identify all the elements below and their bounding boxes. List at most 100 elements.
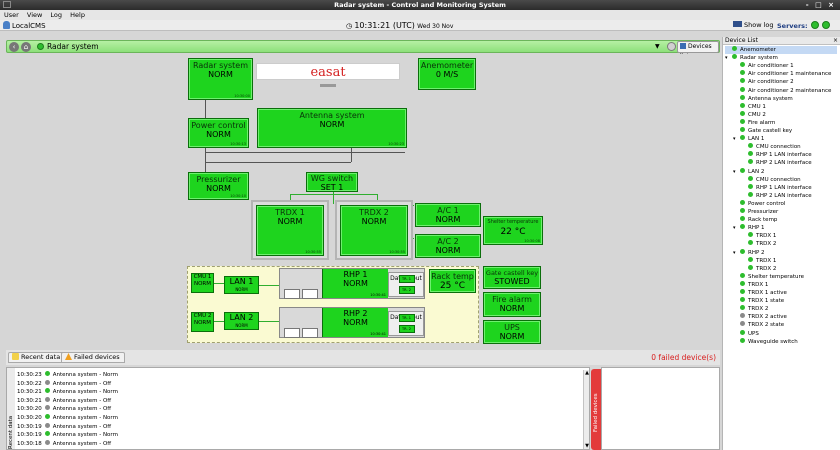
rhp2-tr1-button[interactable]: TR. 1 bbox=[398, 314, 415, 322]
window-menu-icon[interactable] bbox=[3, 1, 11, 8]
rhp1-tr2-button[interactable]: TR. 2 bbox=[398, 286, 415, 294]
device-list-item[interactable]: Power control bbox=[733, 199, 785, 208]
pressurizer-box[interactable]: Pressurizer NORM 10:30:10 bbox=[188, 172, 249, 200]
device-list-item[interactable]: ▾ Radar system bbox=[725, 54, 778, 62]
device-list-item[interactable]: Rack temp bbox=[733, 216, 777, 224]
device-list-item[interactable]: ▾ LAN 2 bbox=[733, 167, 764, 176]
trdx1-box[interactable]: TRDX 1 NORM 10:30:55 bbox=[256, 205, 324, 256]
cmu1-box[interactable]: CMU 1 NORM bbox=[191, 273, 214, 293]
device-list-item[interactable]: TRDX 2 active bbox=[733, 313, 787, 321]
device-label: CMU 1 bbox=[748, 103, 766, 110]
device-list-item[interactable]: RHP 1 LAN interface bbox=[741, 183, 812, 192]
rack-temp-state: 25 °C bbox=[439, 281, 466, 291]
chevron-down-icon[interactable]: ▼ bbox=[655, 41, 660, 53]
device-list-item[interactable]: RHP 2 LAN interface bbox=[741, 191, 812, 200]
device-list-item[interactable]: Waveguide switch bbox=[733, 337, 798, 346]
ac2-box[interactable]: A/C 2 NORM bbox=[415, 234, 481, 258]
server-ok-icon[interactable] bbox=[821, 21, 830, 29]
show-log-button[interactable]: Show log bbox=[733, 21, 774, 30]
ups-box[interactable]: UPS NORM bbox=[483, 320, 541, 344]
status-dot-icon bbox=[740, 102, 745, 108]
device-list-item[interactable]: Air conditioner 2 maintenance bbox=[733, 86, 831, 95]
fire-alarm-box[interactable]: Fire alarm NORM bbox=[483, 292, 541, 317]
rack-temp-box[interactable]: Rack temp 25 °C bbox=[429, 269, 476, 293]
home-icon[interactable]: ⌂ bbox=[21, 42, 31, 52]
device-list-item[interactable]: UPS bbox=[733, 329, 759, 338]
chevron-down-icon[interactable]: ▾ bbox=[733, 135, 740, 143]
rhp1-unit[interactable]: RHP 1 NORM 10:30:41 Data Input TR. 1TR. … bbox=[279, 268, 425, 299]
antenna-system-box[interactable]: Antenna system NORM 10:30:23 bbox=[257, 108, 407, 148]
chevron-down-icon[interactable]: ▾ bbox=[733, 168, 740, 176]
back-icon[interactable]: ‹ bbox=[9, 42, 19, 52]
servers-status: Servers: bbox=[777, 21, 830, 31]
server-ok-icon[interactable] bbox=[810, 21, 819, 29]
log-icon bbox=[733, 21, 742, 27]
ac1-box[interactable]: A/C 1 NORM bbox=[415, 203, 481, 227]
wg-switch-box[interactable]: WG switch SET 1 bbox=[306, 172, 358, 192]
cmu2-box[interactable]: CMU 2 NORM bbox=[191, 312, 214, 332]
device-list-item[interactable]: ▾ LAN 1 bbox=[733, 135, 764, 143]
anemometer-box[interactable]: Anemometer 0 M/S bbox=[418, 58, 476, 90]
device-list-item[interactable]: Pressurizer bbox=[733, 208, 778, 216]
rhp2-unit[interactable]: RHP 2 NORM 10:30:41 Data Input TR. 1TR. … bbox=[279, 307, 425, 338]
menu-help[interactable]: Help bbox=[70, 11, 85, 19]
window-controls[interactable]: - □ × bbox=[806, 0, 836, 10]
lan1-box[interactable]: LAN 1 NORM bbox=[224, 276, 259, 294]
device-list-item[interactable]: TRDX 1 active bbox=[733, 289, 787, 297]
menu-log[interactable]: Log bbox=[50, 11, 62, 19]
chevron-down-icon[interactable]: ▾ bbox=[733, 249, 740, 257]
radar-system-box[interactable]: Radar system NORM 10:30:00 bbox=[188, 58, 253, 100]
device-list-item[interactable]: TRDX 2 bbox=[741, 264, 776, 273]
gate-castell-key-box[interactable]: Gate castell key STOWED bbox=[483, 266, 541, 289]
devices-list-button[interactable]: Devices list bbox=[677, 41, 719, 60]
radar-system-time: 10:30:00 bbox=[234, 94, 250, 98]
device-list-item[interactable]: Antenna system bbox=[733, 94, 793, 103]
shelter-temperature-box[interactable]: Shelter temperature 22 °C 10:30:08 bbox=[483, 216, 543, 245]
connector bbox=[205, 147, 206, 173]
recent-data-side-tab[interactable]: Recent data bbox=[7, 368, 15, 449]
log-time: 10:30:19 bbox=[17, 423, 42, 430]
device-list-item[interactable]: CMU 2 bbox=[733, 110, 766, 119]
device-list-item[interactable]: RHP 1 LAN interface bbox=[741, 151, 812, 159]
close-icon[interactable]: × bbox=[833, 37, 838, 45]
device-list-item[interactable]: TRDX 1 bbox=[741, 232, 776, 240]
device-list-item[interactable]: Air conditioner 2 bbox=[733, 78, 794, 86]
tab-failed-devices[interactable]: Failed devices bbox=[61, 352, 125, 363]
device-list-item[interactable]: RHP 2 LAN interface bbox=[741, 159, 812, 167]
zoom-icon[interactable] bbox=[667, 42, 676, 51]
device-list-item[interactable]: TRDX 1 bbox=[741, 256, 776, 265]
device-list-item[interactable]: Air conditioner 1 maintenance bbox=[733, 70, 831, 78]
scroll-down-icon[interactable]: ▼ bbox=[584, 443, 589, 449]
log-text: Antenna system - Norm bbox=[52, 415, 118, 421]
device-list-item[interactable]: TRDX 2 bbox=[741, 240, 776, 248]
menu-user[interactable]: User bbox=[4, 11, 19, 19]
status-dot-icon bbox=[740, 110, 745, 116]
device-list-item[interactable]: CMU 1 bbox=[733, 102, 766, 111]
power-control-box[interactable]: Power control NORM 10:30:13 bbox=[188, 118, 249, 148]
menu-view[interactable]: View bbox=[27, 11, 42, 19]
device-list-item[interactable]: TRDX 1 state bbox=[733, 297, 784, 305]
log-scrollbar[interactable]: ▲ ▼ bbox=[583, 370, 589, 449]
rhp1-tr1-button[interactable]: TR. 1 bbox=[398, 275, 415, 283]
device-list-item[interactable]: TRDX 2 bbox=[733, 305, 768, 313]
scroll-up-icon[interactable]: ▲ bbox=[584, 370, 589, 376]
cms-user[interactable]: LocalCMS bbox=[3, 21, 46, 31]
device-list-item[interactable]: CMU connection bbox=[741, 143, 801, 151]
lan2-box[interactable]: LAN 2 NORM bbox=[224, 312, 259, 330]
tab-recent-data[interactable]: Recent data bbox=[8, 352, 66, 363]
device-list-item[interactable]: CMU connection bbox=[741, 175, 801, 184]
device-list-item[interactable]: Anemometer bbox=[725, 46, 837, 54]
device-list-item[interactable]: TRDX 1 bbox=[733, 280, 768, 289]
device-list-item[interactable]: ▾ RHP 1 bbox=[733, 224, 765, 232]
device-list-item[interactable]: ▾ RHP 2 bbox=[733, 248, 765, 257]
rhp2-tr2-button[interactable]: TR. 2 bbox=[398, 325, 415, 333]
device-list-item[interactable]: Shelter temperature bbox=[733, 272, 804, 281]
device-list-item[interactable]: Gate castell key bbox=[733, 127, 792, 135]
failed-devices-side-tab[interactable]: Failed devices bbox=[591, 369, 601, 450]
chevron-down-icon[interactable]: ▾ bbox=[725, 54, 732, 62]
device-list-item[interactable]: Fire alarm bbox=[733, 118, 775, 127]
device-list-item[interactable]: TRDX 2 state bbox=[733, 321, 784, 329]
trdx2-box[interactable]: TRDX 2 NORM 10:30:55 bbox=[340, 205, 408, 256]
chevron-down-icon[interactable]: ▾ bbox=[733, 224, 740, 232]
device-list-item[interactable]: Air conditioner 1 bbox=[733, 62, 794, 70]
